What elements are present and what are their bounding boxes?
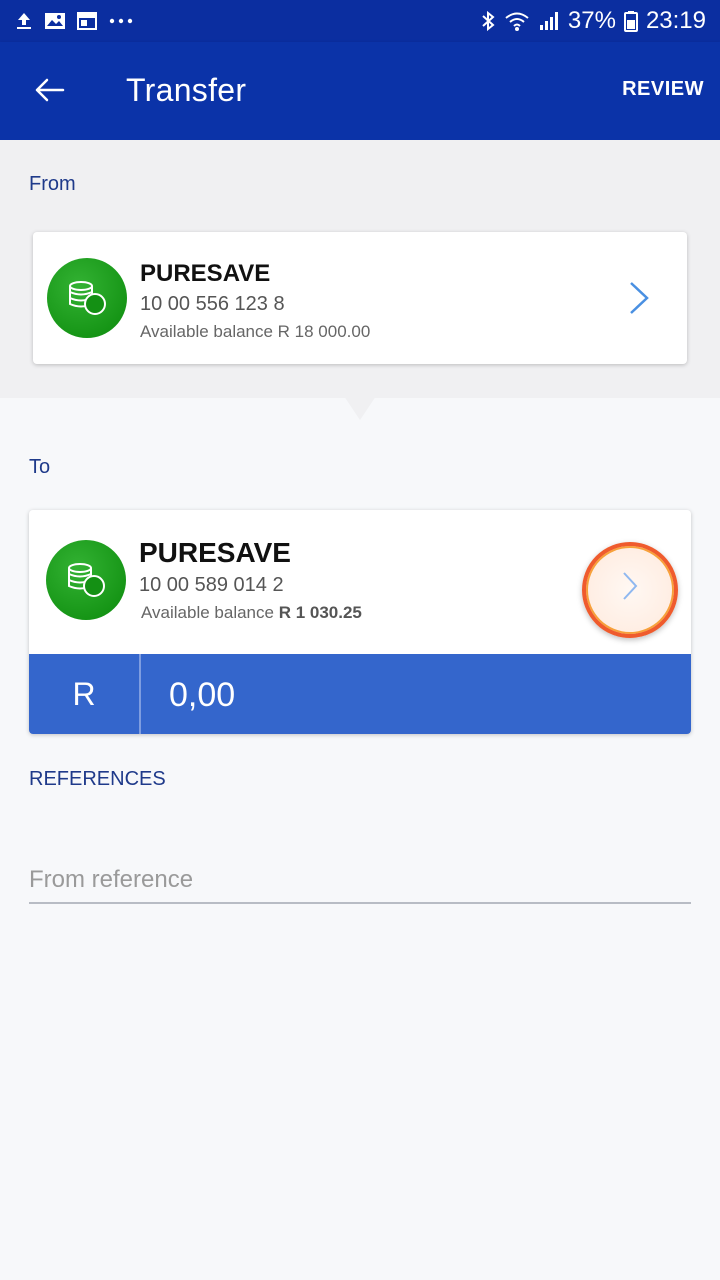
from-reference-input[interactable] xyxy=(29,860,691,900)
upload-icon xyxy=(14,11,34,31)
currency-symbol: R xyxy=(72,675,96,712)
page-title: Transfer xyxy=(126,72,247,108)
more-icon xyxy=(108,17,134,25)
image-icon xyxy=(44,11,66,31)
from-account-name: PURESAVE xyxy=(140,260,271,287)
bluetooth-icon xyxy=(480,10,496,32)
to-balance-value: R 1 030.25 xyxy=(278,603,362,622)
amount-field[interactable]: R 0,00 xyxy=(29,654,691,734)
status-left xyxy=(14,0,134,42)
back-button[interactable] xyxy=(26,66,74,114)
battery-icon xyxy=(623,10,638,32)
account-coins-icon xyxy=(47,258,127,338)
battery-percent: 37% xyxy=(567,7,616,34)
from-reference-field[interactable] xyxy=(29,860,691,904)
clock: 23:19 xyxy=(645,7,706,34)
chevron-right-icon xyxy=(630,282,649,314)
widget-icon xyxy=(76,11,98,31)
arrow-left-icon xyxy=(35,78,65,102)
from-label: From xyxy=(29,173,76,195)
status-bar: 37% 23:19 xyxy=(0,0,720,42)
to-balance-prefix: Available balance xyxy=(141,603,274,622)
from-account-number: 10 00 556 123 8 xyxy=(140,293,285,315)
to-label: To xyxy=(29,456,51,478)
signal-icon xyxy=(538,10,560,32)
amount-value[interactable]: 0,00 xyxy=(169,676,235,715)
to-account-select-button[interactable] xyxy=(582,542,678,638)
from-account-card[interactable]: PURESAVE 10 00 556 123 8 Available balan… xyxy=(33,232,687,364)
to-available-balance: Available balance R 1 030.25 xyxy=(141,603,362,623)
section-notch xyxy=(340,390,380,420)
to-account-name: PURESAVE xyxy=(139,537,291,568)
amount-divider xyxy=(139,654,141,734)
to-account-number: 10 00 589 014 2 xyxy=(139,574,284,596)
chevron-right-icon xyxy=(623,572,638,600)
app-bar: Transfer REVIEW xyxy=(0,42,720,140)
wifi-icon xyxy=(504,10,530,32)
references-label: REFERENCES xyxy=(29,768,166,790)
account-coins-icon xyxy=(46,540,126,620)
from-available-balance: Available balance R 18 000.00 xyxy=(140,322,371,341)
status-right: 37% 23:19 xyxy=(480,0,706,42)
review-button[interactable]: REVIEW xyxy=(622,78,704,101)
